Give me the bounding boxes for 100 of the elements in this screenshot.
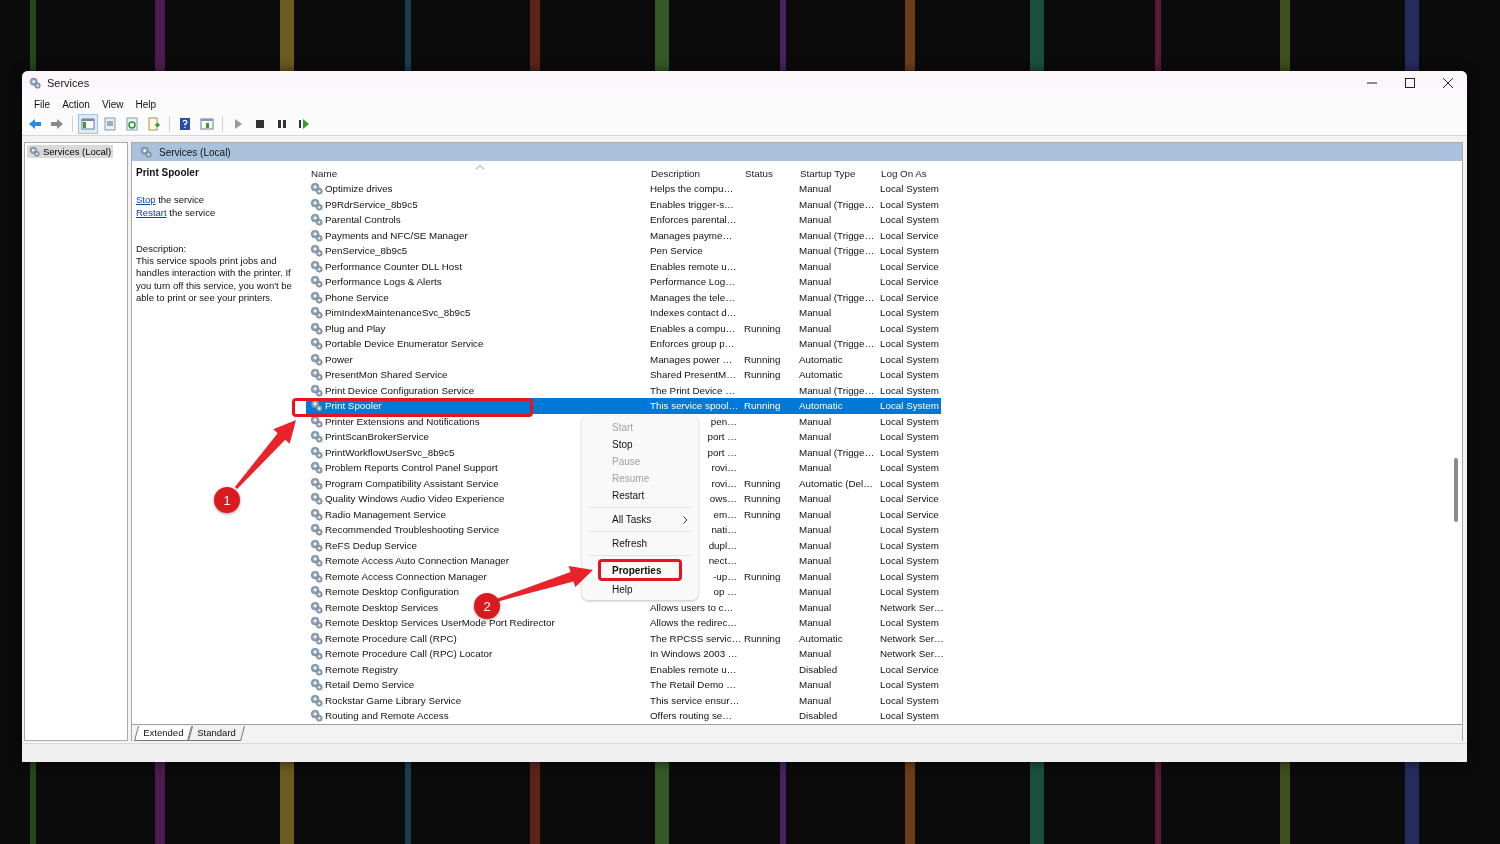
service-name[interactable]: Program Compatibility Assistant Service xyxy=(325,477,499,489)
resume-icon[interactable] xyxy=(297,117,311,131)
service-description: nati… xyxy=(711,524,737,536)
log-on-cell-text: Local System xyxy=(879,384,940,396)
service-name[interactable]: Radio Management Service xyxy=(325,508,446,520)
service-description: Manages the tele… xyxy=(650,291,735,303)
service-name[interactable]: Power xyxy=(325,353,353,365)
log-on-cell-text: Local System xyxy=(879,617,940,629)
menu-item[interactable]: Action xyxy=(56,97,96,111)
service-name[interactable]: Recommended Troubleshooting Service xyxy=(325,524,500,536)
gear-icon xyxy=(140,146,152,158)
service-name[interactable]: PrintScanBrokerService xyxy=(325,431,429,443)
context-menu-item[interactable]: Refresh xyxy=(586,535,694,552)
log-on-cell-text: Local System xyxy=(879,214,940,226)
close-icon[interactable] xyxy=(1443,78,1453,88)
service-description: -up… xyxy=(713,570,737,582)
startup-type-cell-text: Manual xyxy=(798,431,833,443)
column-header[interactable]: Name xyxy=(306,167,646,179)
service-name[interactable]: Print Spooler xyxy=(325,400,382,412)
service-name[interactable]: Portable Device Enumerator Service xyxy=(325,338,484,350)
service-name[interactable]: Performance Logs & Alerts xyxy=(325,276,442,288)
startup-type-cell-text: Manual (Trigge… xyxy=(798,229,876,241)
service-name[interactable]: ReFS Dedup Service xyxy=(325,539,418,551)
properties-icon[interactable] xyxy=(103,117,117,131)
service-description: The Print Device … xyxy=(650,384,735,396)
service-name[interactable]: Parental Controls xyxy=(325,214,401,226)
menu-item[interactable]: Help xyxy=(129,97,162,111)
column-header[interactable]: Log On As xyxy=(876,167,941,179)
service-name[interactable]: PimIndexMaintenanceSvc_8b9c5 xyxy=(325,307,471,319)
log-on-cell-text: Network Ser… xyxy=(879,632,941,644)
service-name[interactable]: P9RdrService_8b9c5 xyxy=(325,198,418,210)
service-name[interactable]: Rockstar Game Library Service xyxy=(325,694,462,706)
gear-icon xyxy=(310,662,323,676)
service-name[interactable]: Printer Extensions and Notifications xyxy=(325,415,480,427)
context-menu-item[interactable]: Properties xyxy=(598,559,682,581)
stop-icon[interactable] xyxy=(253,117,267,131)
service-description: Enables trigger-s… xyxy=(650,198,734,210)
service-description: The Retail Demo … xyxy=(650,679,737,691)
console-tree-icon[interactable] xyxy=(81,117,95,131)
service-name[interactable]: Remote Access Auto Connection Manager xyxy=(325,555,510,567)
service-name[interactable]: Quality Windows Audio Video Experience xyxy=(325,493,505,505)
service-name[interactable]: Remote Procedure Call (RPC) Locator xyxy=(325,648,493,660)
export-list-icon[interactable] xyxy=(147,117,161,131)
service-name[interactable]: Remote Desktop Configuration xyxy=(325,586,459,598)
gear-icon xyxy=(310,492,323,506)
pause-icon[interactable] xyxy=(275,117,289,131)
arrow xyxy=(234,420,296,489)
log-on-cell-text: Local System xyxy=(879,245,940,257)
menu-item[interactable]: View xyxy=(95,97,130,111)
service-name[interactable]: Plug and Play xyxy=(325,322,386,334)
startup-type-cell-text: Manual xyxy=(798,570,833,582)
service-name[interactable]: Print Device Configuration Service xyxy=(325,384,475,396)
context-menu-item[interactable]: Help xyxy=(586,581,694,598)
menu-item[interactable]: File xyxy=(28,97,57,111)
action-link[interactable]: Stop xyxy=(136,194,156,206)
forward-arrow-icon[interactable] xyxy=(50,117,64,131)
context-menu-item[interactable]: Restart xyxy=(586,487,694,504)
service-name[interactable]: Remote Desktop Services xyxy=(325,601,439,613)
view-tab[interactable]: Standard xyxy=(188,726,245,741)
gear-icon xyxy=(310,430,323,444)
service-name[interactable]: Phone Service xyxy=(325,291,389,303)
column-header[interactable]: Startup Type xyxy=(795,167,876,179)
column-header[interactable]: Status xyxy=(740,167,795,179)
context-menu-item[interactable]: All Tasks xyxy=(586,511,694,528)
service-name[interactable]: Retail Demo Service xyxy=(325,679,415,691)
service-name[interactable]: PresentMon Shared Service xyxy=(325,369,448,381)
service-name[interactable]: Remote Procedure Call (RPC) xyxy=(325,632,457,644)
maximize-icon[interactable] xyxy=(1405,78,1415,88)
context-menu-item[interactable]: Stop xyxy=(586,436,694,453)
action-link[interactable]: Restart xyxy=(136,206,167,218)
startup-type-cell-text: Automatic xyxy=(798,400,844,412)
service-name[interactable]: Payments and NFC/SE Manager xyxy=(325,229,468,241)
back-arrow-icon[interactable] xyxy=(28,117,42,131)
column-header[interactable]: Description xyxy=(646,167,740,179)
service-name[interactable]: Optimize drives xyxy=(325,183,393,195)
log-on-cell-text: Local System xyxy=(879,353,940,365)
refresh-icon[interactable] xyxy=(125,117,139,131)
log-on-cell-text: Local System xyxy=(879,307,940,319)
service-name[interactable]: PenService_8b9c5 xyxy=(325,245,408,257)
service-name[interactable]: Routing and Remote Access xyxy=(325,710,449,722)
gear-icon xyxy=(310,647,323,661)
service-name[interactable]: PrintWorkflowUserSvc_8b9c5 xyxy=(325,446,455,458)
view-tab[interactable]: Extended xyxy=(134,726,193,741)
log-on-cell-text: Local Service xyxy=(879,276,940,288)
service-description: The RPCSS servic… xyxy=(650,632,742,644)
service-name[interactable]: Remote Access Connection Manager xyxy=(325,570,487,582)
startup-type-cell-text: Automatic xyxy=(798,369,844,381)
service-description: pen… xyxy=(710,415,737,427)
help-icon[interactable] xyxy=(178,117,192,131)
panel-icon[interactable] xyxy=(200,117,214,131)
log-on-cell-text: Local Service xyxy=(879,663,940,675)
selected-row[interactable]: Print Spooler This service spool… Running Automatic Local System xyxy=(306,398,941,414)
scrollbar-thumb[interactable] xyxy=(1454,458,1458,522)
service-name[interactable]: Problem Reports Control Panel Support xyxy=(325,462,498,474)
service-name[interactable]: Remote Registry xyxy=(325,663,398,675)
tree-item[interactable]: Services (Local) xyxy=(27,145,114,158)
gear-icon xyxy=(310,213,323,227)
gear-icon xyxy=(310,461,323,475)
service-name[interactable]: Performance Counter DLL Host xyxy=(325,260,462,272)
service-name[interactable]: Remote Desktop Services UserMode Port Redirector xyxy=(325,617,555,629)
